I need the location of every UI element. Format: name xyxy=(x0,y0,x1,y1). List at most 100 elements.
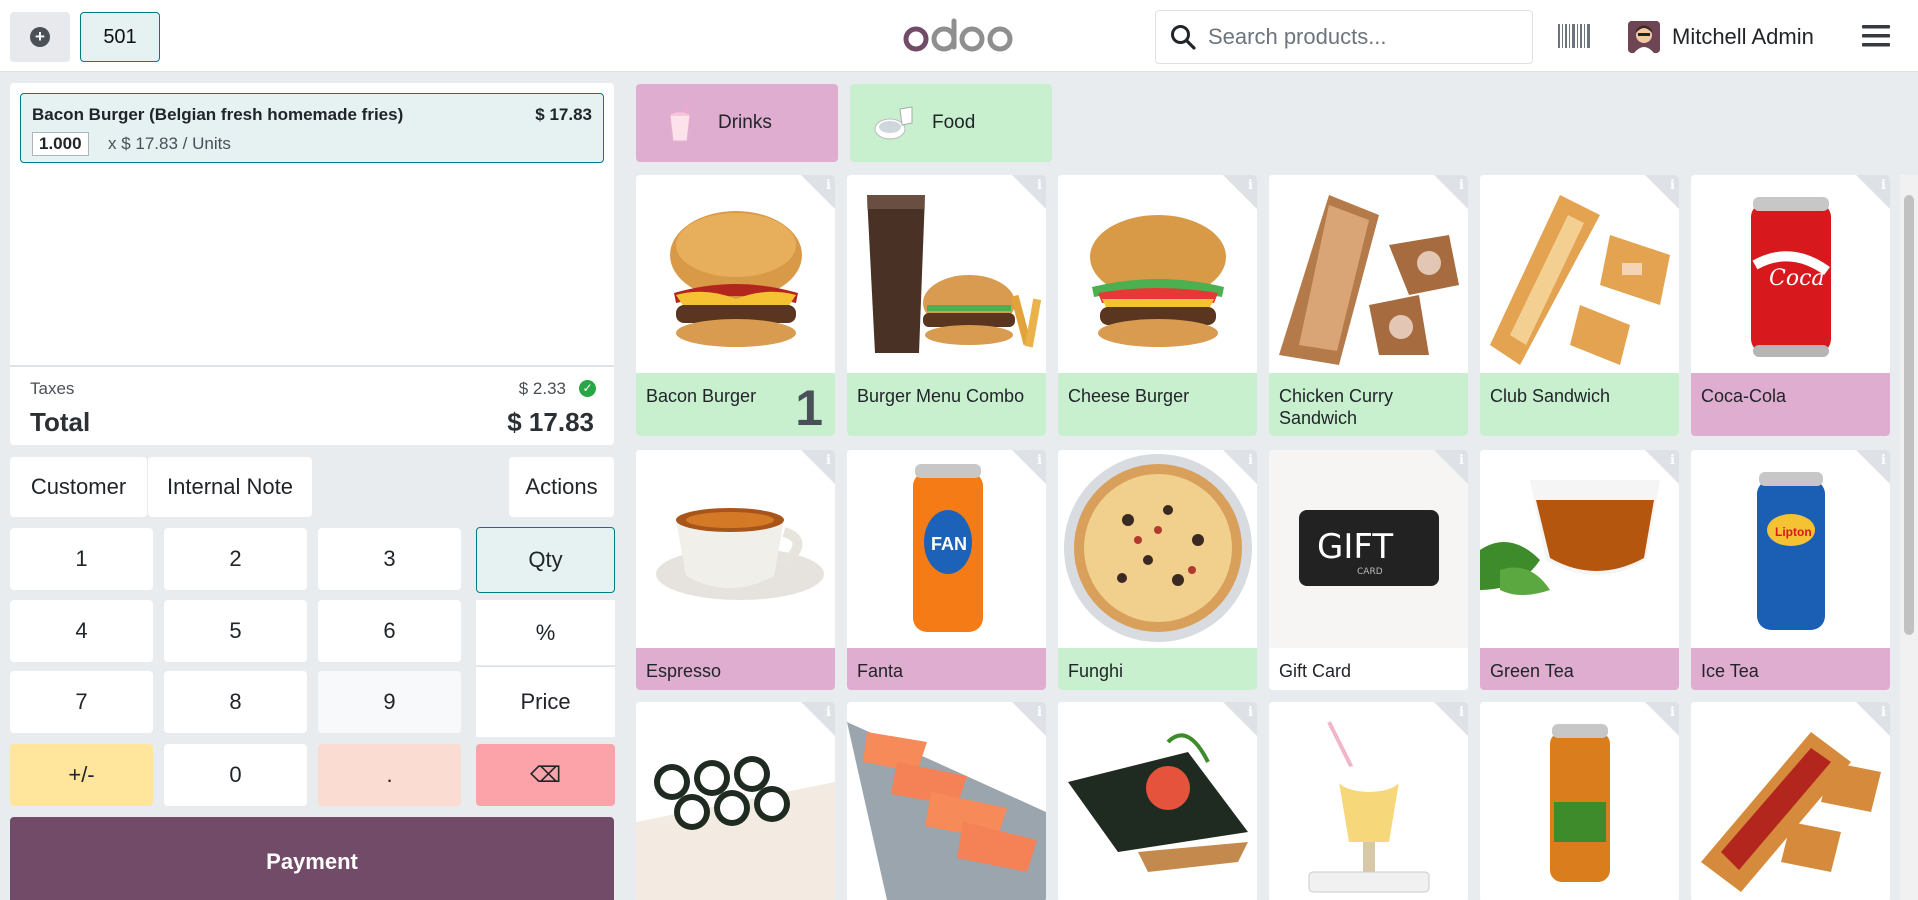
numpad-key-9[interactable]: 9 xyxy=(318,671,461,733)
payment-button[interactable]: Payment xyxy=(10,817,614,900)
taxes-value: $ 2.33 xyxy=(518,379,566,398)
product-card-salmon[interactable]: i xyxy=(847,702,1046,900)
product-name: Gift Card xyxy=(1269,648,1468,690)
info-icon[interactable]: i xyxy=(1248,178,1253,193)
product-card-burger-menu-combo[interactable]: i Burger Menu Combo xyxy=(847,175,1046,436)
avatar xyxy=(1628,21,1660,53)
numpad-key-8[interactable]: 8 xyxy=(164,671,307,733)
search-input[interactable] xyxy=(1208,24,1508,50)
info-icon[interactable]: i xyxy=(1670,705,1675,720)
new-order-button[interactable]: + xyxy=(10,12,70,62)
numpad-key-0[interactable]: 0 xyxy=(164,744,307,806)
numpad-key-4[interactable]: 4 xyxy=(10,600,153,662)
product-card-ice-tea[interactable]: Lipton i Ice Tea xyxy=(1691,450,1890,690)
info-icon[interactable]: i xyxy=(1459,705,1464,720)
info-icon[interactable]: i xyxy=(1670,453,1675,468)
info-icon[interactable]: i xyxy=(1670,178,1675,193)
product-name: Chicken Curry Sandwich xyxy=(1269,373,1468,436)
user-name: Mitchell Admin xyxy=(1672,24,1814,49)
product-card-baguette[interactable]: i xyxy=(1691,702,1890,900)
product-card-temaki[interactable]: i xyxy=(1058,702,1257,900)
product-card-minute-maid[interactable]: i xyxy=(1480,702,1679,900)
order-line[interactable]: Bacon Burger (Belgian fresh homemade fri… xyxy=(20,93,604,163)
product-card-milkshake[interactable]: i xyxy=(1269,702,1468,900)
odoo-logo xyxy=(903,12,1015,62)
product-name: Cheese Burger xyxy=(1058,373,1257,436)
order-panel: Bacon Burger (Belgian fresh homemade fri… xyxy=(10,83,614,445)
order-line-unit-price: x $ 17.83 / Units xyxy=(108,134,231,153)
order-line-qty: 1.000 xyxy=(32,132,89,156)
info-icon[interactable]: i xyxy=(1881,705,1886,720)
order-line-name: Bacon Burger (Belgian fresh homemade fri… xyxy=(32,105,404,124)
backspace-icon: ⌫ xyxy=(529,762,562,787)
taxes-label: Taxes xyxy=(30,379,75,398)
internal-note-button[interactable]: Internal Note xyxy=(148,457,312,517)
order-line-price: $ 17.83 xyxy=(535,105,592,124)
info-icon[interactable]: i xyxy=(1459,178,1464,193)
numpad-key-5[interactable]: 5 xyxy=(164,600,307,662)
product-card-coca-cola[interactable]: Coca i Coca-Cola xyxy=(1691,175,1890,436)
svg-text:GIFT: GIFT xyxy=(1317,527,1393,567)
total-value: $ 17.83 xyxy=(507,407,594,437)
info-icon[interactable]: i xyxy=(1459,453,1464,468)
product-card-gift-card[interactable]: GIFT CARD i Gift Card xyxy=(1269,450,1468,690)
product-card-bacon-burger[interactable]: i Bacon Burger 1 xyxy=(636,175,835,436)
food-plate-icon xyxy=(874,106,913,140)
category-label: Drinks xyxy=(718,112,772,133)
svg-text:Lipton: Lipton xyxy=(1775,525,1812,539)
barcode-icon[interactable] xyxy=(1558,24,1590,53)
product-card-fanta[interactable]: FAN i Fanta xyxy=(847,450,1046,690)
info-icon[interactable]: i xyxy=(1248,453,1253,468)
info-icon[interactable]: i xyxy=(826,705,831,720)
numpad-key-2[interactable]: 2 xyxy=(164,528,307,590)
product-list-scrollbar[interactable] xyxy=(1900,175,1918,900)
info-icon[interactable]: i xyxy=(826,453,831,468)
info-icon[interactable]: i xyxy=(1881,453,1886,468)
product-card-club-sandwich[interactable]: i Club Sandwich xyxy=(1480,175,1679,436)
mode-price-button[interactable]: Price xyxy=(476,666,615,737)
numpad-key-3[interactable]: 3 xyxy=(318,528,461,590)
product-name: Coca-Cola xyxy=(1691,373,1890,436)
product-qty-badge: 1 xyxy=(795,380,823,436)
category-drinks[interactable]: Drinks xyxy=(636,84,838,162)
svg-text:FAN: FAN xyxy=(931,534,967,554)
hamburger-menu-icon[interactable] xyxy=(1862,24,1890,53)
info-icon[interactable]: i xyxy=(1248,705,1253,720)
backspace-button[interactable]: ⌫ xyxy=(476,744,615,806)
actions-button[interactable]: Actions xyxy=(509,457,614,517)
user-menu[interactable]: Mitchell Admin xyxy=(1628,18,1814,56)
order-tab[interactable]: 501 xyxy=(80,12,160,62)
svg-text:Coca: Coca xyxy=(1769,266,1825,291)
customer-button[interactable]: Customer xyxy=(10,457,147,517)
product-card-green-tea[interactable]: i Green Tea xyxy=(1480,450,1679,690)
product-name: Club Sandwich xyxy=(1480,373,1679,436)
product-name: Ice Tea xyxy=(1691,648,1890,690)
category-food[interactable]: Food xyxy=(850,84,1052,162)
info-icon[interactable]: i xyxy=(826,178,831,193)
product-card-chicken-curry-sandwich[interactable]: i Chicken Curry Sandwich xyxy=(1269,175,1468,436)
product-name: Fanta xyxy=(847,648,1046,690)
mode-qty-button[interactable]: Qty xyxy=(476,527,615,593)
search-box[interactable] xyxy=(1155,10,1533,64)
info-icon[interactable]: i xyxy=(1881,178,1886,193)
product-card-sushi[interactable]: i xyxy=(636,702,835,900)
numpad-key-7[interactable]: 7 xyxy=(10,671,153,733)
info-icon[interactable]: i xyxy=(1037,705,1042,720)
product-card-cheese-burger[interactable]: i Cheese Burger xyxy=(1058,175,1257,436)
check-circle-icon: ✓ xyxy=(579,380,596,397)
scroll-thumb[interactable] xyxy=(1904,195,1914,635)
plus-icon: + xyxy=(30,27,50,47)
info-icon[interactable]: i xyxy=(1037,453,1042,468)
decimal-point-button[interactable]: . xyxy=(318,744,461,806)
numpad-key-1[interactable]: 1 xyxy=(10,528,153,590)
product-card-funghi[interactable]: i Funghi xyxy=(1058,450,1257,690)
category-label: Food xyxy=(932,112,976,133)
plus-minus-button[interactable]: +/- xyxy=(10,744,153,806)
total-label: Total xyxy=(30,407,91,437)
info-icon[interactable]: i xyxy=(1037,178,1042,193)
mode-discount-button[interactable]: % xyxy=(476,600,615,665)
odoo-logo-icon xyxy=(903,18,1013,52)
product-card-espresso[interactable]: i Espresso xyxy=(636,450,835,690)
numpad-key-6[interactable]: 6 xyxy=(318,600,461,662)
search-icon xyxy=(1171,25,1196,50)
